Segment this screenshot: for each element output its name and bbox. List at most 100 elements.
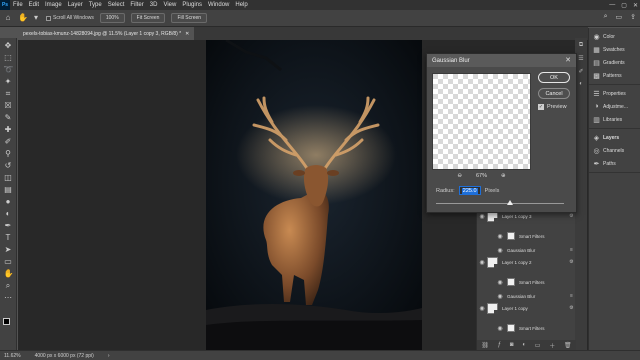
gradient-tool-icon[interactable]: ▤ <box>4 185 13 194</box>
preview-checkbox[interactable]: ✓ Preview <box>538 104 567 110</box>
panel-swatches[interactable]: ▦ Swatches <box>589 43 640 56</box>
close-tab-icon[interactable]: ✕ <box>185 31 189 37</box>
checkbox-box[interactable] <box>46 15 51 21</box>
home-icon[interactable]: ⌂ <box>4 14 12 22</box>
menu-edit[interactable]: Edit <box>26 2 42 8</box>
menu-help[interactable]: Help <box>232 2 250 8</box>
smart-filters-row[interactable]: ◉ Smart Filters <box>477 320 576 336</box>
close-icon[interactable]: ✕ <box>565 56 571 64</box>
eyedropper-icon[interactable]: ✎ <box>4 113 13 122</box>
dialog-titlebar[interactable]: Gaussian Blur ✕ <box>427 54 576 67</box>
filter-options-icon[interactable]: ⚙ <box>567 259 576 265</box>
share-icon[interactable]: ⇪ <box>630 13 636 21</box>
frame-tool-icon[interactable]: ☒ <box>4 101 13 110</box>
layer-row[interactable]: ◉ Layer 1 copy ⚙ <box>477 300 576 316</box>
search-icon[interactable]: ⌕ <box>604 13 608 21</box>
panel-patterns[interactable]: ▩ Patterns <box>589 69 640 82</box>
minimize-icon[interactable]: — <box>609 2 615 8</box>
panel-adjustments[interactable]: ◑ Adjustme... <box>589 100 640 113</box>
blur-tool-icon[interactable]: ● <box>4 197 13 206</box>
menu-layer[interactable]: Layer <box>65 2 86 8</box>
lasso-tool-icon[interactable]: ➰ <box>4 65 14 74</box>
scroll-all-windows-checkbox[interactable]: Scroll All Windows <box>46 15 94 21</box>
layer-row[interactable]: ◉ Layer 1 copy 2 ⚙ <box>477 254 576 270</box>
mask-icon[interactable]: ◙ <box>510 342 514 348</box>
path-select-icon[interactable]: ➤ <box>4 245 13 254</box>
fx-icon[interactable]: ƒ <box>498 342 501 348</box>
group-icon[interactable]: ▭ <box>535 342 541 349</box>
maximize-icon[interactable]: ▢ <box>621 2 627 9</box>
brush-tool-icon[interactable]: ✐ <box>4 137 13 146</box>
adjustment-layer-icon[interactable]: ◐ <box>522 342 526 348</box>
eye-icon[interactable]: ◉ <box>477 213 487 220</box>
filter-options-icon[interactable]: ⚙ <box>567 305 576 311</box>
move-tool-icon[interactable]: ✥ <box>4 41 13 50</box>
new-layer-icon[interactable]: ＋ <box>549 341 555 350</box>
foreground-color-swatch[interactable] <box>3 318 10 325</box>
history-icon[interactable]: ⧉ <box>579 42 583 49</box>
panel-layers[interactable]: ◈ Layers <box>589 131 640 144</box>
close-icon[interactable]: ✕ <box>633 2 638 9</box>
radius-slider-track[interactable] <box>436 203 564 204</box>
marquee-tool-icon[interactable]: ⬚ <box>4 53 13 62</box>
menu-image[interactable]: Image <box>42 2 65 8</box>
eye-icon[interactable]: ◉ <box>495 233 505 240</box>
shape-tool-icon[interactable]: ▭ <box>4 257 13 266</box>
magic-wand-icon[interactable]: ✦ <box>4 77 13 86</box>
link-icon[interactable]: ⛓ <box>481 342 489 349</box>
fit-screen-button[interactable]: Fit Screen <box>130 13 166 23</box>
cancel-button[interactable]: Cancel <box>538 88 570 99</box>
panel-channels[interactable]: ◎ Channels <box>589 144 640 157</box>
hand-tool-icon[interactable]: ✋ <box>4 269 14 278</box>
panel-gradients[interactable]: ▤ Gradients <box>589 56 640 69</box>
type-tool-icon[interactable]: T <box>4 233 13 242</box>
hand-tool-icon[interactable]: ✋ <box>18 14 28 22</box>
stamp-tool-icon[interactable]: ⚲ <box>4 149 13 158</box>
ok-button[interactable]: OK <box>538 72 570 83</box>
filter-options-icon[interactable]: ⚙ <box>567 213 576 219</box>
trash-icon[interactable]: 🗑 <box>564 342 572 349</box>
eye-icon[interactable]: ◉ <box>477 259 487 266</box>
eye-icon[interactable]: ◉ <box>495 325 505 332</box>
status-zoom[interactable]: 11.62% <box>4 353 21 359</box>
menu-window[interactable]: Window <box>205 2 232 8</box>
panel-libraries[interactable]: ▥ Libraries <box>589 113 640 126</box>
blend-options-icon[interactable]: ≡ <box>567 293 576 299</box>
menu-file[interactable]: File <box>10 2 26 8</box>
eye-icon[interactable]: ◉ <box>477 305 487 312</box>
checkmark-icon[interactable]: ✓ <box>538 104 544 110</box>
filter-preview[interactable] <box>432 73 531 170</box>
brush-settings-icon[interactable]: ✐ <box>578 68 583 75</box>
menu-type[interactable]: Type <box>86 2 105 8</box>
menu-view[interactable]: View <box>160 2 179 8</box>
eraser-icon[interactable]: ◫ <box>4 173 13 182</box>
eye-icon[interactable]: ◉ <box>495 279 505 286</box>
more-tools-icon[interactable]: ⋯ <box>4 293 13 302</box>
blend-options-icon[interactable]: ≡ <box>567 247 576 253</box>
fill-screen-button[interactable]: Fill Screen <box>171 13 208 23</box>
photoshop-logo[interactable]: Ps <box>0 0 10 10</box>
panel-properties[interactable]: ☰ Properties <box>589 87 640 100</box>
zoom-out-icon[interactable]: ⊖ <box>457 173 462 179</box>
panel-paths[interactable]: ✒ Paths <box>589 157 640 170</box>
panel-color[interactable]: ◉ Color <box>589 30 640 43</box>
status-arrow-icon[interactable]: › <box>108 353 110 359</box>
zoom-in-icon[interactable]: ⊕ <box>501 173 506 179</box>
eye-icon[interactable]: ◉ <box>495 293 505 300</box>
radius-slider-thumb[interactable] <box>507 200 514 205</box>
chevron-down-icon[interactable]: ▾ <box>32 14 40 22</box>
crop-tool-icon[interactable]: ⌗ <box>4 89 13 98</box>
healing-brush-icon[interactable]: ✚ <box>4 125 13 134</box>
menu-select[interactable]: Select <box>105 2 128 8</box>
zoom-tool-icon[interactable]: ⌕ <box>4 281 13 290</box>
document-tab[interactable]: pexels-tobias-kmunz-14828094.jpg @ 11.5%… <box>18 27 195 40</box>
history-brush-icon[interactable]: ↺ <box>4 161 13 170</box>
properties-icon[interactable]: ☰ <box>578 55 583 62</box>
document-image[interactable] <box>206 40 422 352</box>
zoom-100-button[interactable]: 100% <box>99 13 125 23</box>
menu-plugins[interactable]: Plugins <box>179 2 205 8</box>
radius-input[interactable]: 225.0 <box>458 186 481 195</box>
pen-tool-icon[interactable]: ✒ <box>4 221 13 230</box>
eye-icon[interactable]: ◉ <box>495 247 505 254</box>
menu-3d[interactable]: 3D <box>147 2 161 8</box>
